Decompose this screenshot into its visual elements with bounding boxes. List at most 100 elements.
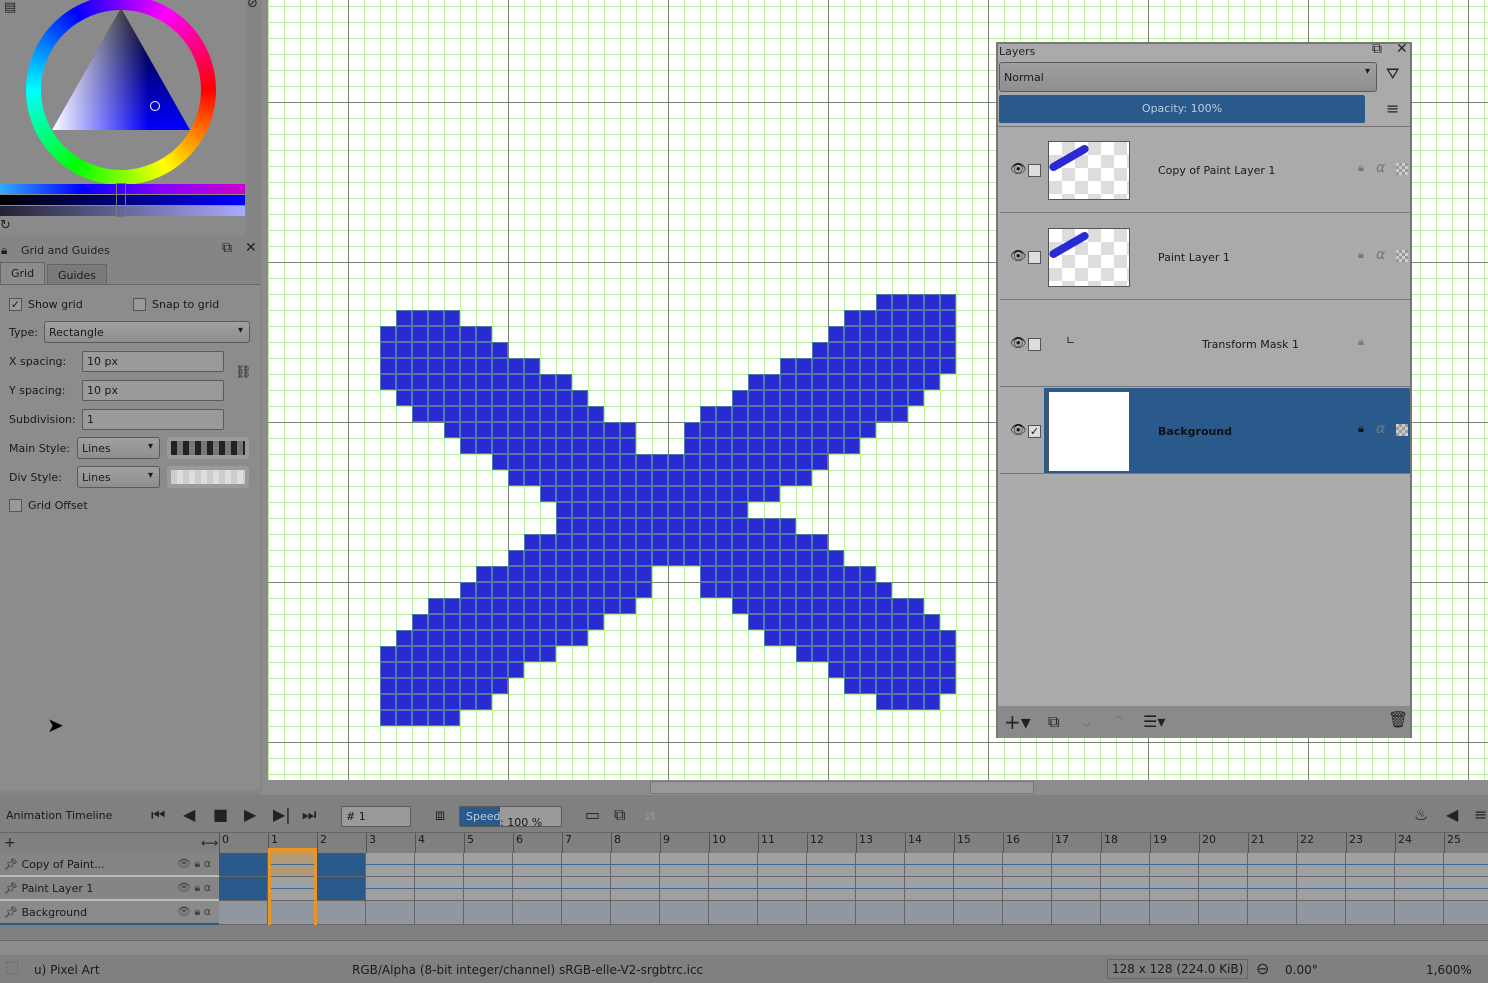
frame-cell[interactable] <box>464 877 513 901</box>
frame-number[interactable]: 16 <box>1003 833 1020 853</box>
color-selector[interactable]: ▤ ↻ ⊘ <box>0 0 258 235</box>
frame-cell[interactable] <box>1395 853 1444 877</box>
frame-cell[interactable] <box>1297 853 1346 877</box>
frame-number[interactable]: 21 <box>1248 833 1265 853</box>
frame-cell[interactable] <box>317 877 366 901</box>
frame-cell[interactable] <box>954 901 1003 925</box>
layer-property-icons[interactable]: 👁︎ 🔒︎ α <box>177 857 211 871</box>
frame-number[interactable]: 14 <box>905 833 922 853</box>
frame-number[interactable]: 15 <box>954 833 971 853</box>
layer-property-icons[interactable]: 👁︎ 🔒︎ α <box>177 905 211 919</box>
layer-row[interactable]: 👁︎ ∟ Transform Mask 1 🔒︎ <box>1000 301 1410 387</box>
type-select[interactable]: Rectangle <box>44 321 250 343</box>
layer-select-checkbox[interactable]: ✓ <box>1028 425 1041 438</box>
frame-number[interactable]: 20 <box>1199 833 1216 853</box>
frame-cell[interactable] <box>1150 901 1199 925</box>
frame-cell[interactable] <box>1101 853 1150 877</box>
image-size[interactable]: 128 x 128 (224.0 KiB) <box>1107 959 1249 979</box>
frame-cell[interactable] <box>758 901 807 925</box>
timeline-layer-row[interactable]: 📌︎ Copy of Paint... 👁︎ 🔒︎ α <box>0 853 219 877</box>
layer-select-checkbox[interactable] <box>1028 164 1041 177</box>
frame-number[interactable]: 12 <box>807 833 824 853</box>
frame-cell[interactable] <box>513 853 562 877</box>
rotation-value[interactable]: 0.00° <box>1285 963 1318 977</box>
frame-number[interactable]: 10 <box>709 833 726 853</box>
div-color-button[interactable] <box>167 466 249 488</box>
lock-icon[interactable]: 🔒︎ <box>1358 248 1364 262</box>
prev-frame-icon[interactable]: ◀ <box>183 805 195 824</box>
frame-cell[interactable] <box>856 901 905 925</box>
close-selector-icon[interactable]: ⊘ <box>247 0 258 11</box>
lock-icon[interactable]: 🔒︎ <box>1358 335 1364 349</box>
frame-number[interactable]: 17 <box>1052 833 1069 853</box>
frame-cell[interactable] <box>366 853 415 877</box>
frame-cell[interactable] <box>954 877 1003 901</box>
frame-number[interactable]: 24 <box>1395 833 1412 853</box>
frame-cell[interactable] <box>660 853 709 877</box>
layer-row[interactable]: 👁︎ ✓ Background 🔒︎ α <box>1000 388 1410 474</box>
layer-menu-icon[interactable]: ≡ <box>1386 99 1399 118</box>
frame-cell[interactable] <box>856 853 905 877</box>
add-layer-icon[interactable]: +▾ <box>1004 710 1031 734</box>
frame-cell[interactable] <box>1003 853 1052 877</box>
float-icon[interactable]: ⧉ <box>1372 41 1382 57</box>
visibility-eye-icon[interactable]: 👁︎ <box>1010 249 1027 264</box>
move-up-icon[interactable]: ⌃ <box>1112 712 1125 731</box>
frame-number[interactable]: 5 <box>464 833 474 853</box>
frame-cell[interactable] <box>856 877 905 901</box>
frame-number[interactable]: 22 <box>1297 833 1314 853</box>
frame-cell[interactable] <box>415 853 464 877</box>
alpha-icon[interactable]: α <box>1376 247 1385 263</box>
frame-number[interactable]: 2 <box>317 833 327 853</box>
add-layer-icon[interactable]: + <box>4 835 16 851</box>
frame-cell[interactable] <box>219 877 268 901</box>
scrollbar-handle[interactable] <box>650 781 1034 794</box>
pin-icon[interactable]: 📌︎ <box>4 906 18 919</box>
properties-icon[interactable]: ☰▾ <box>1143 712 1165 731</box>
frame-cell[interactable] <box>611 877 660 901</box>
frame-cell[interactable] <box>709 853 758 877</box>
frame-cell[interactable] <box>1101 901 1150 925</box>
frame-number[interactable]: 18 <box>1101 833 1118 853</box>
frame-cell[interactable] <box>611 901 660 925</box>
frame-cell[interactable] <box>1346 877 1395 901</box>
frame-cell[interactable] <box>807 901 856 925</box>
layer-row[interactable]: 👁︎ Copy of Paint Layer 1 🔒︎ α <box>1000 127 1410 213</box>
rotation-icon[interactable]: ⊖ <box>1256 959 1269 978</box>
frame-cell[interactable] <box>464 853 513 877</box>
frame-cell[interactable] <box>219 853 268 877</box>
frame-cell[interactable] <box>1199 901 1248 925</box>
close-icon[interactable]: ✕ <box>245 240 257 256</box>
frame-cell[interactable] <box>1297 901 1346 925</box>
frame-cell[interactable] <box>1150 877 1199 901</box>
first-frame-icon[interactable]: ⏮ <box>151 805 165 825</box>
frame-number[interactable]: 8 <box>611 833 621 853</box>
layer-name[interactable]: Background <box>1158 425 1232 438</box>
frame-cell[interactable] <box>562 853 611 877</box>
frame-cell[interactable] <box>1003 901 1052 925</box>
visibility-eye-icon[interactable]: 👁︎ <box>1010 336 1027 351</box>
frame-cell[interactable] <box>807 877 856 901</box>
frame-grid[interactable]: 0 1 2 3 4 5 6 7 8 9 10 11 12 13 14 15 16 17 18 19 20 21 22 23 24… <box>219 795 1488 925</box>
frame-cell[interactable] <box>1297 877 1346 901</box>
float-icon[interactable]: ⧉ <box>222 240 232 256</box>
frame-cell[interactable] <box>905 877 954 901</box>
alpha-lock-icon[interactable] <box>1396 250 1408 262</box>
frame-cell[interactable] <box>758 877 807 901</box>
delete-layer-icon[interactable]: 🗑︎ <box>1388 710 1408 729</box>
frame-number[interactable]: 6 <box>513 833 523 853</box>
frame-cell[interactable] <box>954 853 1003 877</box>
frame-cell[interactable] <box>1052 901 1101 925</box>
main-style-select[interactable]: Lines <box>77 437 160 459</box>
frame-cell[interactable] <box>660 901 709 925</box>
layer-name[interactable]: Copy of Paint Layer 1 <box>1158 164 1275 177</box>
frame-cell[interactable] <box>1003 877 1052 901</box>
frame-cell[interactable] <box>317 853 366 877</box>
move-down-icon[interactable]: ⌄ <box>1080 712 1093 731</box>
frame-number[interactable]: 0 <box>219 833 229 853</box>
frame-number[interactable]: 19 <box>1150 833 1167 853</box>
subdivision-input[interactable]: 1 <box>82 409 224 430</box>
blend-mode-select[interactable]: Normal <box>999 62 1377 92</box>
frame-cell[interactable] <box>1150 853 1199 877</box>
alpha-icon[interactable]: α <box>1376 160 1385 176</box>
